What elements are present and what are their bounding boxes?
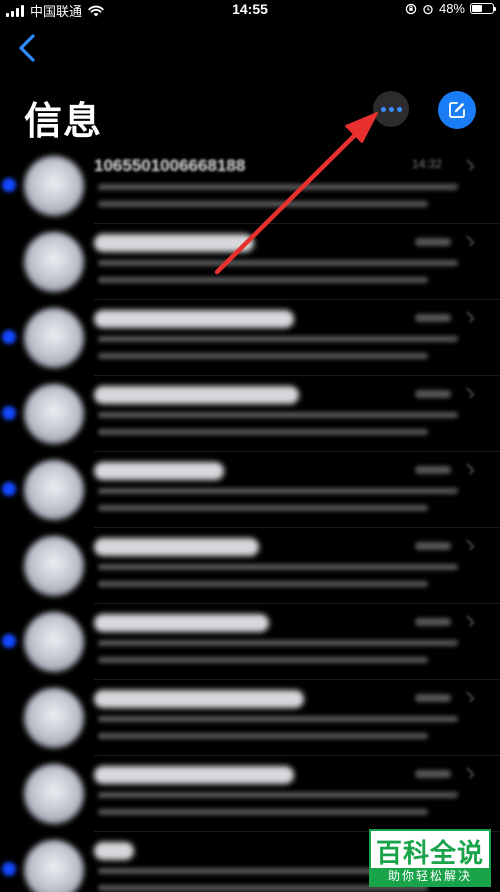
page-title: 信息 (24, 99, 103, 143)
sender-name: 1065501006668188 (94, 156, 246, 175)
sender-name-blurred (94, 690, 304, 708)
message-time-blurred (415, 314, 451, 322)
contact-avatar (24, 460, 84, 520)
watermark-title: 百科全说 (375, 839, 484, 869)
message-preview-line (98, 809, 428, 815)
message-row[interactable] (0, 756, 500, 832)
contact-avatar (24, 688, 84, 748)
message-row[interactable] (0, 680, 500, 756)
message-row[interactable] (0, 376, 500, 452)
battery-percent: 48% (438, 1, 465, 16)
message-preview-line (98, 505, 428, 511)
message-row[interactable] (0, 452, 500, 528)
message-time-blurred (415, 694, 451, 702)
sender-name-blurred (94, 462, 224, 480)
message-preview-line (98, 733, 428, 739)
message-time-blurred (415, 390, 451, 398)
sender-name-blurred (94, 386, 299, 404)
watermark-subtitle: 助你轻松解决 (371, 868, 489, 885)
contact-avatar (24, 232, 84, 292)
battery-fill (472, 5, 482, 12)
message-preview-line (98, 716, 458, 722)
chevron-right-icon (463, 463, 475, 475)
chevron-right-icon (463, 159, 475, 171)
message-preview-line (98, 564, 458, 570)
chevron-right-icon (463, 539, 475, 551)
message-row[interactable] (0, 528, 500, 604)
unread-indicator (2, 330, 16, 344)
unread-indicator (2, 634, 16, 648)
contact-avatar (24, 764, 84, 824)
sender-name-blurred (94, 614, 269, 632)
status-bar: 中国联通 14:55 48% (0, 0, 500, 20)
chevron-right-icon (463, 311, 475, 323)
message-row[interactable] (0, 224, 500, 300)
contact-avatar (24, 308, 84, 368)
message-time-blurred (415, 618, 451, 626)
message-time-blurred (415, 466, 451, 474)
sender-name-blurred (94, 842, 134, 860)
message-preview-line (98, 657, 428, 663)
sender-name-blurred (94, 766, 294, 784)
unread-indicator (2, 482, 16, 496)
back-chevron-icon[interactable] (16, 32, 40, 64)
unread-indicator (2, 862, 16, 876)
contact-avatar (24, 536, 84, 596)
contact-avatar (24, 384, 84, 444)
message-preview-line (98, 412, 458, 418)
alarm-icon (423, 4, 433, 14)
status-right: 48% (405, 1, 496, 16)
message-row[interactable] (0, 300, 500, 376)
sender-name-blurred (94, 538, 259, 556)
message-preview-line (98, 640, 458, 646)
message-list: 1065501006668188 14:32 (0, 148, 500, 892)
message-preview-line (98, 792, 458, 798)
orientation-lock-icon (405, 3, 417, 14)
message-preview-line (98, 260, 458, 266)
sender-name-blurred (94, 310, 294, 328)
unread-indicator (2, 178, 16, 192)
sender-name-blurred (94, 234, 254, 252)
contact-avatar (24, 612, 84, 672)
chevron-right-icon (463, 615, 475, 627)
contact-avatar (24, 156, 84, 216)
message-time-blurred (415, 238, 451, 246)
message-preview-line (98, 488, 458, 494)
compose-icon (449, 102, 465, 118)
message-time-blurred (415, 770, 451, 778)
message-preview-line (98, 184, 458, 190)
chevron-right-icon (463, 387, 475, 399)
message-preview-line (98, 353, 428, 359)
message-preview-line (98, 429, 428, 435)
ellipsis-icon (380, 106, 386, 112)
message-preview-line (98, 581, 428, 587)
message-row[interactable]: 1065501006668188 14:32 (0, 148, 500, 224)
contact-avatar (24, 840, 84, 892)
unread-indicator (2, 406, 16, 420)
message-row[interactable] (0, 604, 500, 680)
compose-button[interactable] (438, 91, 476, 129)
message-preview-line (98, 277, 428, 283)
chevron-right-icon (463, 691, 475, 703)
chevron-right-icon (463, 235, 475, 247)
chevron-right-icon (463, 767, 475, 779)
message-preview-line (98, 336, 458, 342)
more-options-button[interactable] (373, 91, 409, 127)
battery-icon (470, 3, 496, 14)
message-preview-line (98, 201, 428, 207)
message-time: 14:32 (412, 157, 443, 171)
watermark-logo: 百科全说 助你轻松解决 (369, 829, 491, 887)
message-time-blurred (415, 542, 451, 550)
